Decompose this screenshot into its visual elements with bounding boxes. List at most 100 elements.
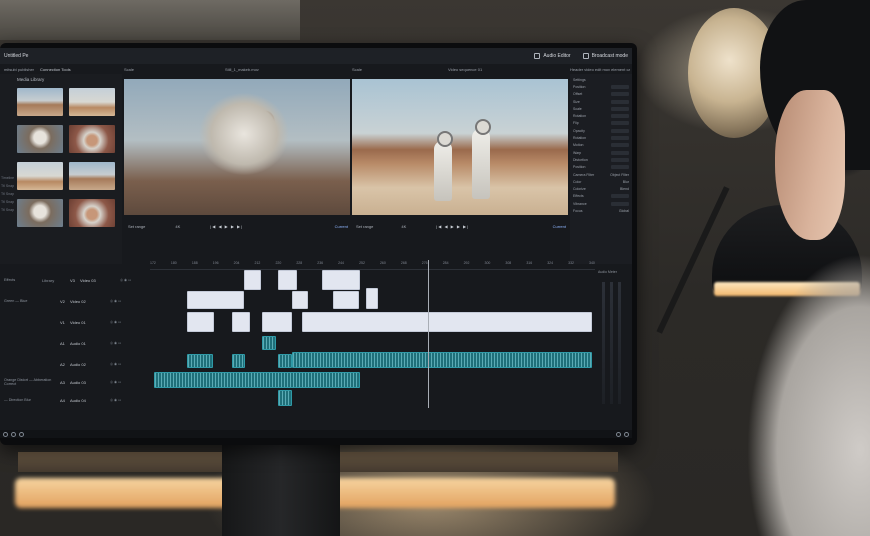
- inspector-value[interactable]: [611, 128, 629, 133]
- audio-clip[interactable]: [278, 390, 292, 406]
- inspector-value[interactable]: [611, 84, 629, 89]
- inspector-row[interactable]: Rotation: [573, 134, 629, 141]
- video-clip[interactable]: [302, 312, 592, 332]
- inspector-value[interactable]: [611, 143, 629, 148]
- layout-icon[interactable]: [19, 431, 24, 437]
- inspector-value[interactable]: [611, 136, 629, 141]
- track-controls[interactable]: ◎ ◉ ▭: [110, 299, 121, 303]
- inspector-value[interactable]: [611, 194, 629, 199]
- inspector-row[interactable]: Camera Filter Object Filter: [573, 171, 629, 178]
- track-controls[interactable]: ◎ ◉ ▭: [110, 341, 121, 345]
- inspector-row[interactable]: Colorize Blend: [573, 185, 629, 192]
- thumbnail-helmet-portrait[interactable]: [69, 199, 115, 227]
- inspector-value-text[interactable]: Object Filter: [610, 173, 629, 177]
- right-viewer-mode[interactable]: Scale: [352, 67, 362, 72]
- program-viewer[interactable]: [352, 79, 568, 215]
- inspector-row[interactable]: Rotation: [573, 112, 629, 119]
- track-header-a3[interactable]: Orange Distort — Abberation Correct A3 A…: [0, 376, 150, 388]
- audio-clip[interactable]: [262, 336, 276, 350]
- thumbnail-astronaut-walk[interactable]: [69, 88, 115, 116]
- connection-tools-menu[interactable]: Connection Tools: [40, 67, 71, 72]
- inspector-row[interactable]: Color Blur: [573, 178, 629, 185]
- video-clip[interactable]: [278, 270, 297, 290]
- thumbnail-suit-closeup[interactable]: [17, 125, 63, 153]
- inspector-row[interactable]: Motion: [573, 142, 629, 149]
- track-header-a1[interactable]: A1 Audio 01 ◎ ◉ ▭: [0, 337, 150, 349]
- side-list-item[interactable]: Ttl Snap: [1, 206, 14, 214]
- inspector-row[interactable]: Flip: [573, 120, 629, 127]
- video-clip[interactable]: [187, 312, 214, 332]
- audio-clip[interactable]: [232, 354, 245, 368]
- audio-editor-button[interactable]: Audio Editor: [534, 53, 571, 59]
- source-viewer[interactable]: [124, 79, 350, 215]
- inspector-row[interactable]: Distortion: [573, 156, 629, 163]
- side-list-item[interactable]: Ttl Snap: [1, 198, 14, 206]
- source-playback-controls[interactable]: |◀ ◀ ▶ ▶ ▶|: [210, 224, 243, 229]
- inspector-row[interactable]: Focus Global: [573, 207, 629, 214]
- track-controls[interactable]: ◎ ◉ ▭: [110, 362, 121, 366]
- inspector-value[interactable]: [611, 92, 629, 97]
- inspector-row[interactable]: Scale: [573, 105, 629, 112]
- inspector-value[interactable]: [611, 114, 629, 119]
- program-playback-controls[interactable]: |◀ ◀ ▶ ▶ ▶|: [436, 224, 469, 229]
- inspector-tabs[interactable]: Header video edit mov element carbon: [570, 67, 630, 72]
- track-header-v1[interactable]: V1 Video 01 ◎ ◉ ▭: [0, 316, 150, 328]
- audio-clip[interactable]: [292, 352, 592, 368]
- side-list-item[interactable]: Ttl Snap: [1, 182, 14, 190]
- track-controls[interactable]: ◎ ◉ ▭: [120, 278, 131, 282]
- video-clip[interactable]: [187, 291, 244, 309]
- thumbnail-desert-walk[interactable]: [17, 162, 63, 190]
- inspector-value-text[interactable]: Blend: [620, 187, 629, 191]
- video-clip[interactable]: [244, 270, 261, 290]
- inspector-value-text[interactable]: Global: [619, 209, 629, 213]
- video-clip[interactable]: [366, 288, 378, 309]
- inspector-value[interactable]: [611, 150, 629, 155]
- audio-clip[interactable]: [278, 354, 292, 368]
- left-viewer-mode[interactable]: Scale: [124, 67, 134, 72]
- inspector-value[interactable]: [611, 201, 629, 206]
- video-clip[interactable]: [232, 312, 250, 332]
- track-header-v2[interactable]: Green — Blue V2 Video 02 ◎ ◉ ▭: [0, 295, 150, 307]
- inspector-value[interactable]: [611, 157, 629, 162]
- inspector-value[interactable]: [611, 165, 629, 170]
- sync-icon[interactable]: [11, 431, 16, 437]
- side-list-item[interactable]: Ttl Snap: [1, 190, 14, 198]
- video-clip[interactable]: [322, 270, 360, 290]
- thumbnail-crater-scene[interactable]: [69, 162, 115, 190]
- track-header-a2[interactable]: A2 Audio 02 ◎ ◉ ▭: [0, 358, 150, 370]
- timeline-ruler[interactable]: 172 180 188 196 204 212 220 228 236 244 …: [150, 261, 595, 270]
- inspector-value[interactable]: [611, 106, 629, 111]
- video-clip[interactable]: [262, 312, 292, 332]
- track-header-v3[interactable]: Effects Library V3 Video 03 ◎ ◉ ▭: [0, 274, 150, 286]
- settings-icon[interactable]: [3, 431, 8, 437]
- program-set-range[interactable]: Set range: [356, 224, 373, 229]
- playhead[interactable]: [428, 260, 429, 408]
- inspector-row[interactable]: Position: [573, 83, 629, 90]
- thumbnail-desert-wide[interactable]: [17, 88, 63, 116]
- inspector-row[interactable]: Effects: [573, 193, 629, 200]
- video-clip[interactable]: [333, 291, 359, 309]
- inspector-row[interactable]: Vibrance: [573, 200, 629, 207]
- inspector-value[interactable]: [611, 99, 629, 104]
- zoom-out-icon[interactable]: [616, 431, 621, 437]
- side-list-item[interactable]: Timeline: [1, 174, 14, 182]
- inspector-value[interactable]: [611, 121, 629, 126]
- source-set-range[interactable]: Set range: [128, 224, 145, 229]
- inspector-row[interactable]: Position: [573, 164, 629, 171]
- inspector-row[interactable]: Offset: [573, 91, 629, 98]
- library-tab[interactable]: Library: [42, 278, 70, 283]
- zoom-in-icon[interactable]: [624, 431, 629, 437]
- inspector-row[interactable]: Warp: [573, 149, 629, 156]
- broadcast-mode-button[interactable]: Broadcast mode: [582, 53, 628, 59]
- program-current-button[interactable]: Current: [553, 224, 566, 229]
- thumbnail-helmet-face[interactable]: [69, 125, 115, 153]
- audio-clip[interactable]: [187, 354, 213, 368]
- inspector-row[interactable]: Opacity: [573, 127, 629, 134]
- track-controls[interactable]: ◎ ◉ ▭: [110, 398, 121, 402]
- project-name[interactable]: mitsubi publisher: [4, 67, 34, 72]
- inspector-value-text[interactable]: Blur: [623, 180, 629, 184]
- source-resolution[interactable]: 4K: [175, 224, 180, 229]
- program-resolution[interactable]: 4K: [401, 224, 406, 229]
- track-controls[interactable]: ◎ ◉ ▭: [110, 380, 121, 384]
- track-controls[interactable]: ◎ ◉ ▭: [110, 320, 121, 324]
